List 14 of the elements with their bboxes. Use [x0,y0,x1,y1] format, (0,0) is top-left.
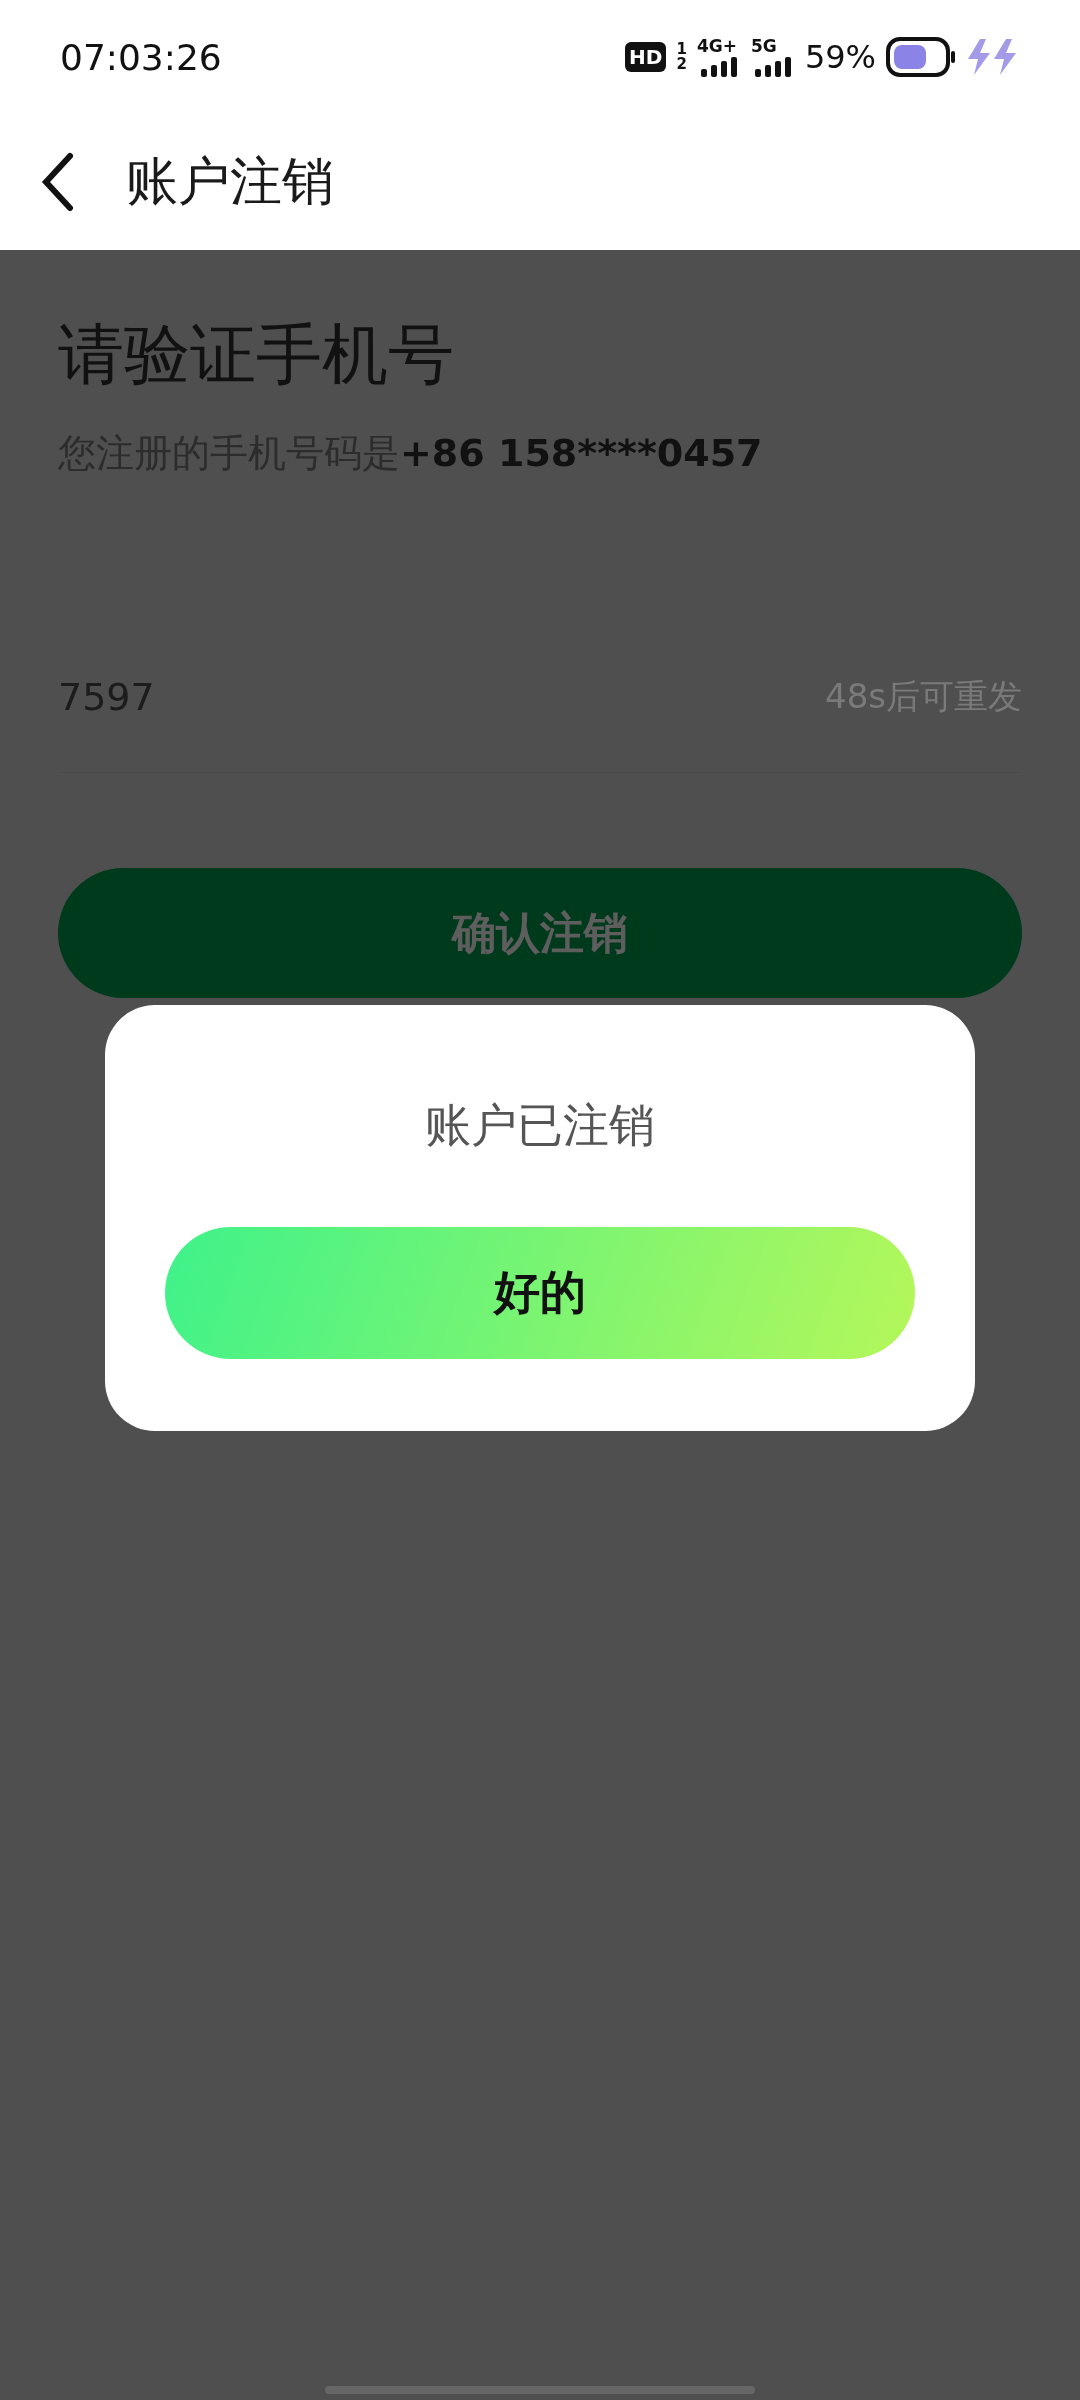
back-button[interactable] [40,152,76,212]
page-title: 账户注销 [126,150,334,213]
network-label: 4G+ [696,37,737,55]
clock-time: 07:03:26 [60,36,222,78]
ok-button[interactable]: 好的 [165,1227,915,1359]
hd-badge: HD [625,42,667,72]
confirm-button[interactable]: 确认注销 [58,868,1022,998]
battery-icon [886,37,956,77]
heading: 请验证手机号 [58,315,455,395]
sim-number: 2 [676,57,687,72]
sim-number: 1 [676,42,687,57]
network-label: 5G [750,37,777,55]
dialog-message: 账户已注销 [425,1097,655,1154]
battery-percent: 59% [804,38,876,76]
